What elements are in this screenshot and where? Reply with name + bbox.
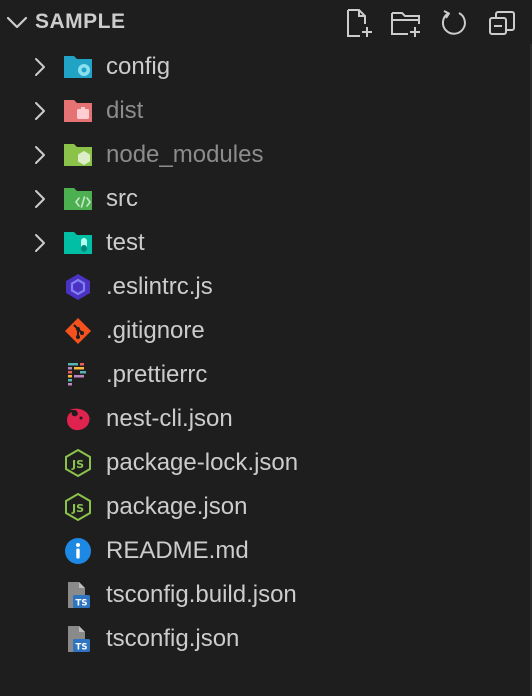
- refresh-button[interactable]: [437, 6, 471, 40]
- folder-node-icon: [64, 144, 92, 166]
- new-file-button[interactable]: [341, 6, 375, 40]
- explorer-title: SAMPLE: [35, 10, 126, 33]
- tree-item-package-lock-json[interactable]: JS package-lock.json: [0, 441, 532, 485]
- folder-src-icon: [64, 188, 92, 210]
- tsconfig-icon: TS: [68, 626, 90, 653]
- file-explorer: SAMPLE config dist node_modules src test…: [0, 0, 532, 696]
- tree-item-gitignore[interactable]: .gitignore: [0, 309, 532, 353]
- tree-item-dist[interactable]: dist: [0, 89, 532, 133]
- tree-item-label: tsconfig.build.json: [106, 581, 297, 608]
- tree-item-label: tsconfig.json: [106, 625, 240, 652]
- new-folder-icon: [391, 12, 420, 37]
- tree-item-nest-cli[interactable]: nest-cli.json: [0, 397, 532, 441]
- new-file-icon: [347, 9, 372, 37]
- tree-item-tsconfig[interactable]: TS tsconfig.json: [0, 617, 532, 661]
- tree-item-package-json[interactable]: JS package.json: [0, 485, 532, 529]
- prettier-icon: [68, 363, 86, 386]
- git-icon: [65, 318, 91, 344]
- tree-item-label: .prettierrc: [106, 361, 208, 388]
- tree-item-src[interactable]: src: [0, 177, 532, 221]
- svg-text:JS: JS: [71, 458, 84, 471]
- chevron-down-icon[interactable]: [3, 8, 31, 36]
- chevron-right-icon[interactable]: [28, 187, 52, 211]
- tree-item-label: README.md: [106, 537, 249, 564]
- nodejs-icon: JS: [65, 448, 91, 478]
- eslint-icon: [66, 274, 90, 300]
- folder-config-icon: [64, 56, 92, 78]
- folder-dist-icon: [64, 100, 92, 122]
- tree-item-label: .eslintrc.js: [106, 273, 213, 300]
- svg-text:TS: TS: [76, 643, 88, 653]
- tree-item-eslintrc[interactable]: .eslintrc.js: [0, 265, 532, 309]
- tree-item-readme[interactable]: README.md: [0, 529, 532, 573]
- collapse-all-icon: [489, 11, 515, 35]
- tree-item-node-modules[interactable]: node_modules: [0, 133, 532, 177]
- chevron-right-icon[interactable]: [28, 99, 52, 123]
- nestjs-icon: [67, 408, 90, 431]
- tree-item-label: node_modules: [106, 141, 264, 168]
- tree-item-label: .gitignore: [106, 317, 205, 344]
- chevron-right-icon[interactable]: [28, 231, 52, 255]
- explorer-section-header[interactable]: SAMPLE: [0, 0, 532, 44]
- tsconfig-icon: TS: [68, 582, 90, 609]
- tree-item-tsconfig-build[interactable]: TS tsconfig.build.json: [0, 573, 532, 617]
- tree-item-config[interactable]: config: [0, 45, 532, 89]
- tree-item-label: package.json: [106, 493, 248, 520]
- svg-text:TS: TS: [76, 599, 88, 609]
- collapse-all-button[interactable]: [485, 6, 519, 40]
- svg-text:JS: JS: [71, 502, 84, 515]
- new-folder-button[interactable]: [389, 6, 423, 40]
- tree-item-prettierrc[interactable]: .prettierrc: [0, 353, 532, 397]
- tree-item-label: src: [106, 185, 138, 212]
- nodejs-icon: JS: [65, 492, 91, 522]
- folder-test-icon: [64, 232, 92, 254]
- chevron-right-icon[interactable]: [28, 143, 52, 167]
- tree-item-label: package-lock.json: [106, 449, 299, 476]
- chevron-right-icon[interactable]: [28, 55, 52, 79]
- tree-item-label: nest-cli.json: [106, 405, 233, 432]
- tree-item-label: dist: [106, 97, 144, 124]
- tree-item-label: config: [106, 53, 171, 80]
- refresh-icon: [441, 10, 466, 35]
- tree-item-label: test: [106, 229, 145, 256]
- info-icon: [65, 538, 91, 564]
- tree-item-test[interactable]: test: [0, 221, 532, 265]
